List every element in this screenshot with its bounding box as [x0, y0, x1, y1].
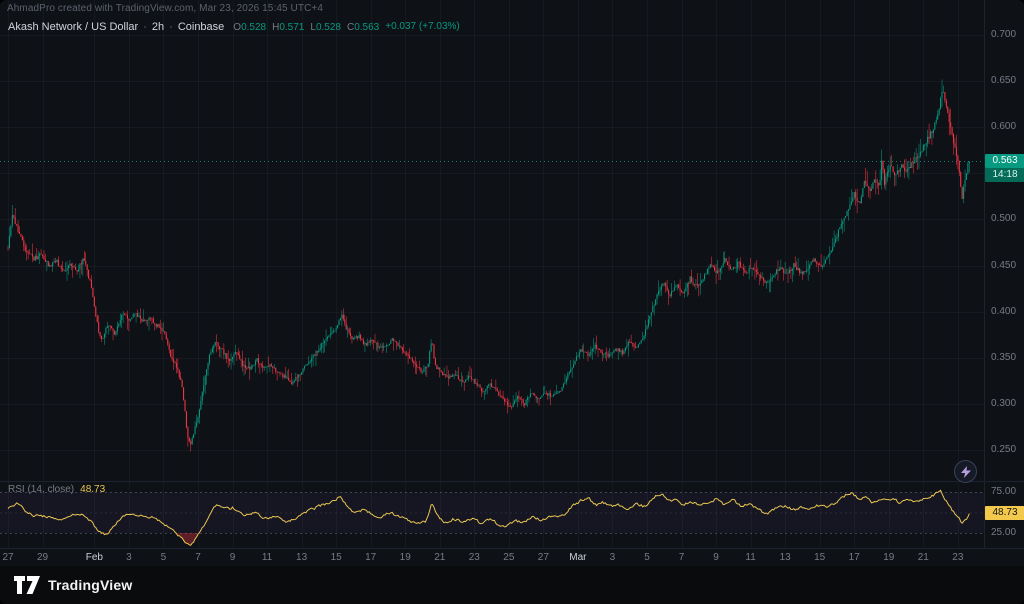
time-tick: 29: [30, 552, 56, 563]
price-tick: 0.450: [991, 260, 1016, 271]
rsi-tick: 25.00: [991, 527, 1016, 538]
time-tick: 25: [496, 552, 522, 563]
ohlc-values: O0.528 H0.571 L0.528 C0.563 +0.037 (+7.0…: [233, 21, 459, 33]
legend-separator: ·: [169, 21, 173, 33]
time-tick: 9: [703, 552, 729, 563]
price-tick: 0.350: [991, 352, 1016, 363]
time-tick: 17: [841, 552, 867, 563]
price-tick: 0.400: [991, 306, 1016, 317]
time-tick: 19: [392, 552, 418, 563]
rsi-tick: 75.00: [991, 486, 1016, 497]
price-scale[interactable]: 0.563 14:18 48.73 0.7000.6500.6000.5500.…: [984, 0, 1024, 548]
rsi-indicator-title[interactable]: RSI (14, close): [8, 484, 74, 495]
high-value: H0.571: [272, 21, 304, 33]
time-tick: 11: [254, 552, 280, 563]
quick-action-button[interactable]: [954, 460, 977, 483]
lightning-icon: [961, 466, 971, 478]
time-tick: 3: [116, 552, 142, 563]
time-tick: 5: [150, 552, 176, 563]
time-scale[interactable]: 2729Feb3579111315171921232527Mar35791113…: [0, 548, 1024, 567]
time-tick: 13: [772, 552, 798, 563]
footer-bar: TradingView: [0, 566, 1024, 604]
pane-separator[interactable]: [0, 481, 1024, 482]
rsi-current-value: 48.73: [80, 484, 105, 495]
tradingview-logo-icon[interactable]: [14, 576, 40, 594]
time-tick: 27: [530, 552, 556, 563]
exchange-label[interactable]: Coinbase: [178, 21, 224, 33]
time-tick: 11: [738, 552, 764, 563]
time-tick: 23: [945, 552, 971, 563]
rsi-value-label: 48.73: [985, 506, 1024, 520]
time-tick: 7: [185, 552, 211, 563]
time-tick: 23: [461, 552, 487, 563]
open-value: O0.528: [233, 21, 266, 33]
price-tick: 0.500: [991, 213, 1016, 224]
price-tick: 0.600: [991, 121, 1016, 132]
time-tick: 17: [358, 552, 384, 563]
close-value: C0.563: [347, 21, 379, 33]
tradingview-brand-link[interactable]: TradingView: [48, 577, 132, 593]
symbol-legend[interactable]: Akash Network / US Dollar · 2h · Coinbas…: [8, 21, 460, 33]
time-tick: 13: [289, 552, 315, 563]
time-tick: 7: [669, 552, 695, 563]
time-tick: 19: [876, 552, 902, 563]
low-value: L0.528: [310, 21, 341, 33]
bar-countdown-label: 14:18: [985, 168, 1024, 182]
rsi-legend[interactable]: RSI (14, close) 48.73: [8, 484, 105, 495]
time-tick: 3: [599, 552, 625, 563]
time-tick: 15: [323, 552, 349, 563]
snapshot-watermark: AhmadPro created with TradingView.com, M…: [7, 3, 323, 14]
price-tick: 0.300: [991, 398, 1016, 409]
legend-separator: ·: [143, 21, 147, 33]
price-tick: 0.700: [991, 29, 1016, 40]
time-tick: 5: [634, 552, 660, 563]
symbol-title[interactable]: Akash Network / US Dollar: [8, 21, 138, 33]
time-tick: 27: [0, 552, 21, 563]
tradingview-chart-snapshot: AhmadPro created with TradingView.com, M…: [0, 0, 1024, 604]
chart-canvas[interactable]: [0, 0, 984, 548]
time-tick: Feb: [81, 552, 107, 563]
change-value: +0.037 (+7.03%): [385, 21, 460, 33]
interval-label[interactable]: 2h: [152, 21, 164, 33]
last-price-label[interactable]: 0.563: [985, 154, 1024, 168]
time-tick: 9: [220, 552, 246, 563]
time-tick: 21: [427, 552, 453, 563]
time-tick: 15: [807, 552, 833, 563]
price-tick: 0.650: [991, 75, 1016, 86]
time-tick: Mar: [565, 552, 591, 563]
time-tick: 21: [910, 552, 936, 563]
price-tick: 0.250: [991, 444, 1016, 455]
